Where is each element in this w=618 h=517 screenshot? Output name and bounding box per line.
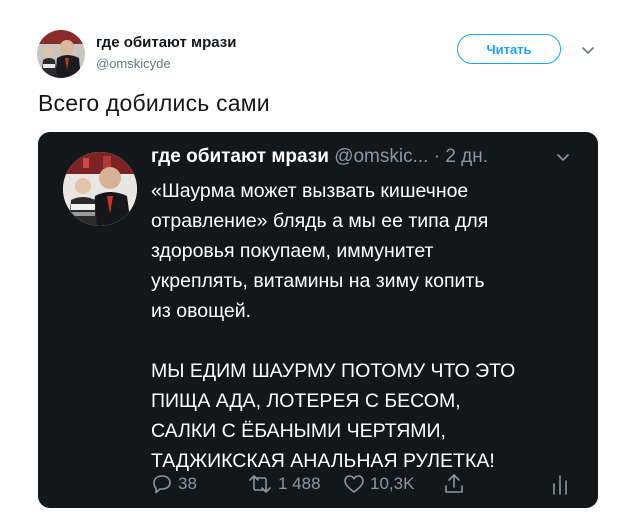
tweet-actions: 38 1 488 10,3K bbox=[150, 472, 580, 496]
tweet-text: Всего добились сами bbox=[38, 90, 270, 116]
author-name[interactable]: где обитают мрази bbox=[96, 34, 236, 51]
share-action[interactable] bbox=[442, 472, 466, 496]
reply-icon bbox=[150, 472, 174, 496]
heart-icon bbox=[342, 472, 366, 496]
chevron-down-icon[interactable] bbox=[556, 150, 570, 164]
analytics-icon bbox=[550, 472, 570, 496]
avatar-image bbox=[37, 30, 85, 78]
avatar[interactable] bbox=[37, 30, 85, 78]
quoted-author-name[interactable]: где обитают мрази bbox=[151, 146, 329, 167]
quoted-paragraph: МЫ ЕДИМ ШАУРМУ ПОТОМУ ЧТО ЭТО ПИЩА АДА, … bbox=[151, 360, 516, 472]
quoted-tweet-date[interactable]: · 2 дн. bbox=[434, 146, 488, 167]
quoted-tweet-card[interactable]: где обитают мрази @omskic... · 2 дн. «Ша… bbox=[38, 132, 598, 508]
quoted-avatar[interactable] bbox=[63, 152, 137, 226]
follow-button[interactable]: Читать bbox=[457, 34, 561, 64]
quoted-avatar-image bbox=[63, 152, 137, 226]
reply-action[interactable]: 38 bbox=[150, 472, 197, 496]
retweet-icon bbox=[246, 472, 274, 496]
author-handle[interactable]: @omskicyde bbox=[96, 56, 171, 71]
quoted-author-handle[interactable]: @omskic... bbox=[334, 146, 428, 167]
retweet-action[interactable]: 1 488 bbox=[246, 472, 321, 496]
quoted-tweet-header: где обитают мрази @omskic... · 2 дн. bbox=[151, 146, 581, 172]
reply-count: 38 bbox=[178, 474, 197, 493]
like-count: 10,3K bbox=[370, 474, 415, 493]
quoted-paragraph: «Шаурма может вызвать кишечное отравлени… bbox=[151, 180, 489, 322]
tweet-header: где обитают мрази @omskicyde Читать bbox=[0, 0, 618, 90]
quoted-tweet-text: «Шаурма может вызвать кишечное отравлени… bbox=[151, 176, 581, 506]
like-action[interactable]: 10,3K bbox=[342, 472, 414, 496]
share-icon bbox=[442, 472, 466, 496]
chevron-down-icon[interactable] bbox=[580, 42, 596, 58]
retweet-count: 1 488 bbox=[278, 474, 321, 493]
analytics-action[interactable] bbox=[550, 472, 570, 496]
